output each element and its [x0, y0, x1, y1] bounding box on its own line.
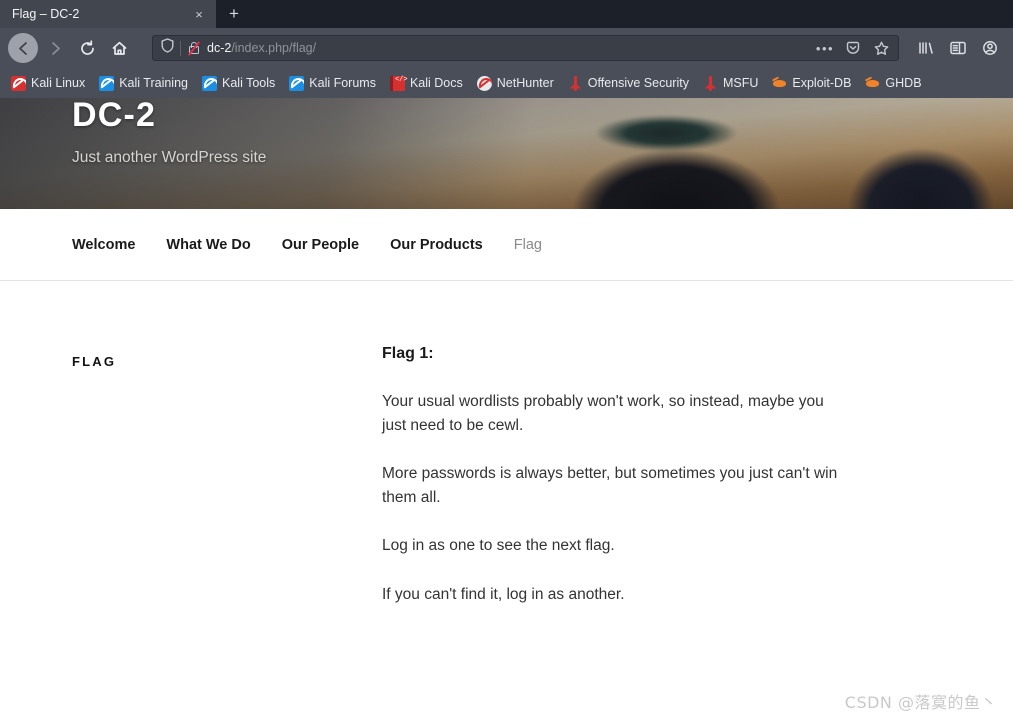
kali-docs-book-icon: [389, 75, 408, 91]
watermark: CSDN @落寞的鱼丶: [844, 693, 997, 712]
kali-dragon-blue-icon: [99, 75, 115, 91]
kali-dragon-blue-icon: [202, 75, 217, 91]
bookmarks-toolbar: Kali Linux Kali Training Kali Tools Kali…: [0, 68, 1013, 98]
bookmark-item[interactable]: NetHunter: [470, 71, 561, 95]
home-icon: [112, 41, 126, 55]
account-button[interactable]: [975, 33, 1005, 63]
url-host: dc-2: [207, 41, 232, 55]
star-icon[interactable]: [870, 37, 892, 59]
nav-item-our-people[interactable]: Our People: [282, 237, 388, 253]
sidebar-icon: [950, 41, 966, 55]
bookmark-item[interactable]: Exploit-DB: [765, 71, 858, 95]
nav-item-flag[interactable]: Flag: [514, 237, 571, 253]
url-text[interactable]: dc-2/index.php/flag/: [207, 41, 808, 55]
sidebar-button[interactable]: [943, 33, 973, 63]
url-path: /index.php/flag/: [231, 41, 317, 55]
library-button[interactable]: [911, 33, 941, 63]
home-button[interactable]: [104, 33, 134, 63]
main-content: FLAG Flag 1: Your usual wordlists probab…: [0, 281, 1013, 632]
entry-paragraph: More passwords is always better, but som…: [382, 465, 838, 506]
site-tagline: Just another WordPress site: [72, 149, 267, 166]
new-tab-button[interactable]: +: [216, 0, 252, 28]
ghdb-bug-icon: [865, 76, 880, 91]
bookmark-label: Kali Docs: [409, 76, 463, 90]
bookmark-item[interactable]: MSFU: [696, 71, 765, 95]
entry-title: Flag 1:: [382, 345, 434, 362]
forward-button[interactable]: [40, 33, 70, 63]
tab-strip: Flag – DC-2 × +: [0, 0, 1013, 28]
bookmark-label: MSFU: [722, 76, 759, 90]
nav-item-welcome[interactable]: Welcome: [72, 237, 164, 253]
bookmark-label: Exploit-DB: [792, 76, 852, 90]
bookmark-item[interactable]: Kali Forums: [282, 71, 383, 95]
page-actions-button[interactable]: •••: [814, 37, 836, 59]
bookmark-item[interactable]: Offensive Security: [561, 71, 696, 95]
bookmark-label: NetHunter: [496, 76, 554, 90]
exploit-db-bug-icon: [772, 76, 787, 91]
browser-tab-active[interactable]: Flag – DC-2 ×: [0, 0, 216, 28]
account-icon: [983, 41, 997, 55]
nethunter-icon: [476, 75, 492, 91]
reload-icon: [80, 39, 94, 55]
address-bar[interactable]: dc-2/index.php/flag/ •••: [152, 35, 899, 61]
nav-item-our-products[interactable]: Our Products: [390, 237, 512, 253]
back-button[interactable]: [8, 33, 38, 63]
msfu-icon: [703, 75, 718, 91]
bookmark-item[interactable]: GHDB: [858, 71, 928, 95]
arrow-left-icon: [18, 41, 27, 55]
entry-label-column: FLAG: [0, 345, 382, 631]
site-header: DC-2 Just another WordPress site: [0, 98, 1013, 209]
reload-button[interactable]: [72, 33, 102, 63]
kali-dragon-red-icon: [11, 75, 26, 91]
entry-paragraph: Log in as one to see the next flag.: [382, 537, 615, 555]
tracking-protection-shield-icon[interactable]: [161, 38, 174, 58]
bookmark-label: Kali Training: [119, 76, 188, 90]
bookmark-label: Offensive Security: [587, 76, 689, 90]
bookmark-label: Kali Tools: [222, 76, 276, 90]
lock-crossed-out-icon[interactable]: [187, 40, 201, 56]
entry-category-label: FLAG: [72, 354, 117, 369]
library-icon: [919, 42, 933, 54]
address-bar-divider: [180, 40, 181, 56]
nav-item-what-we-do[interactable]: What We Do: [166, 237, 279, 253]
bookmark-label: Kali Linux: [31, 76, 86, 90]
tab-title: Flag – DC-2: [12, 7, 80, 21]
kali-dragon-blue-icon: [289, 75, 305, 91]
site-title[interactable]: DC-2: [72, 98, 1013, 132]
bookmark-item[interactable]: Kali Docs: [383, 71, 470, 95]
offensive-security-icon: [568, 75, 583, 91]
bookmark-item[interactable]: Kali Tools: [195, 71, 282, 95]
entry-paragraph: If you can't find it, log in as another.: [382, 585, 625, 603]
close-icon[interactable]: ×: [190, 5, 208, 23]
arrow-right-icon: [51, 41, 60, 55]
navigation-toolbar: dc-2/index.php/flag/ •••: [0, 28, 1013, 68]
bookmark-item[interactable]: Kali Linux: [4, 71, 92, 95]
pocket-icon[interactable]: [842, 37, 864, 59]
browser-window: Flag – DC-2 × + dc-2/index.php/flag/ •••…: [0, 0, 1013, 723]
bookmark-item[interactable]: Kali Training: [92, 71, 195, 95]
site-navigation: Welcome What We Do Our People Our Produc…: [0, 209, 1013, 281]
bookmark-label: Kali Forums: [309, 76, 376, 90]
bookmark-label: GHDB: [885, 76, 922, 90]
page-viewport: DC-2 Just another WordPress site Welcome…: [0, 98, 1013, 723]
entry-paragraph: Your usual wordlists probably won't work…: [382, 393, 824, 434]
entry-content-column: Flag 1: Your usual wordlists probably wo…: [382, 345, 902, 631]
